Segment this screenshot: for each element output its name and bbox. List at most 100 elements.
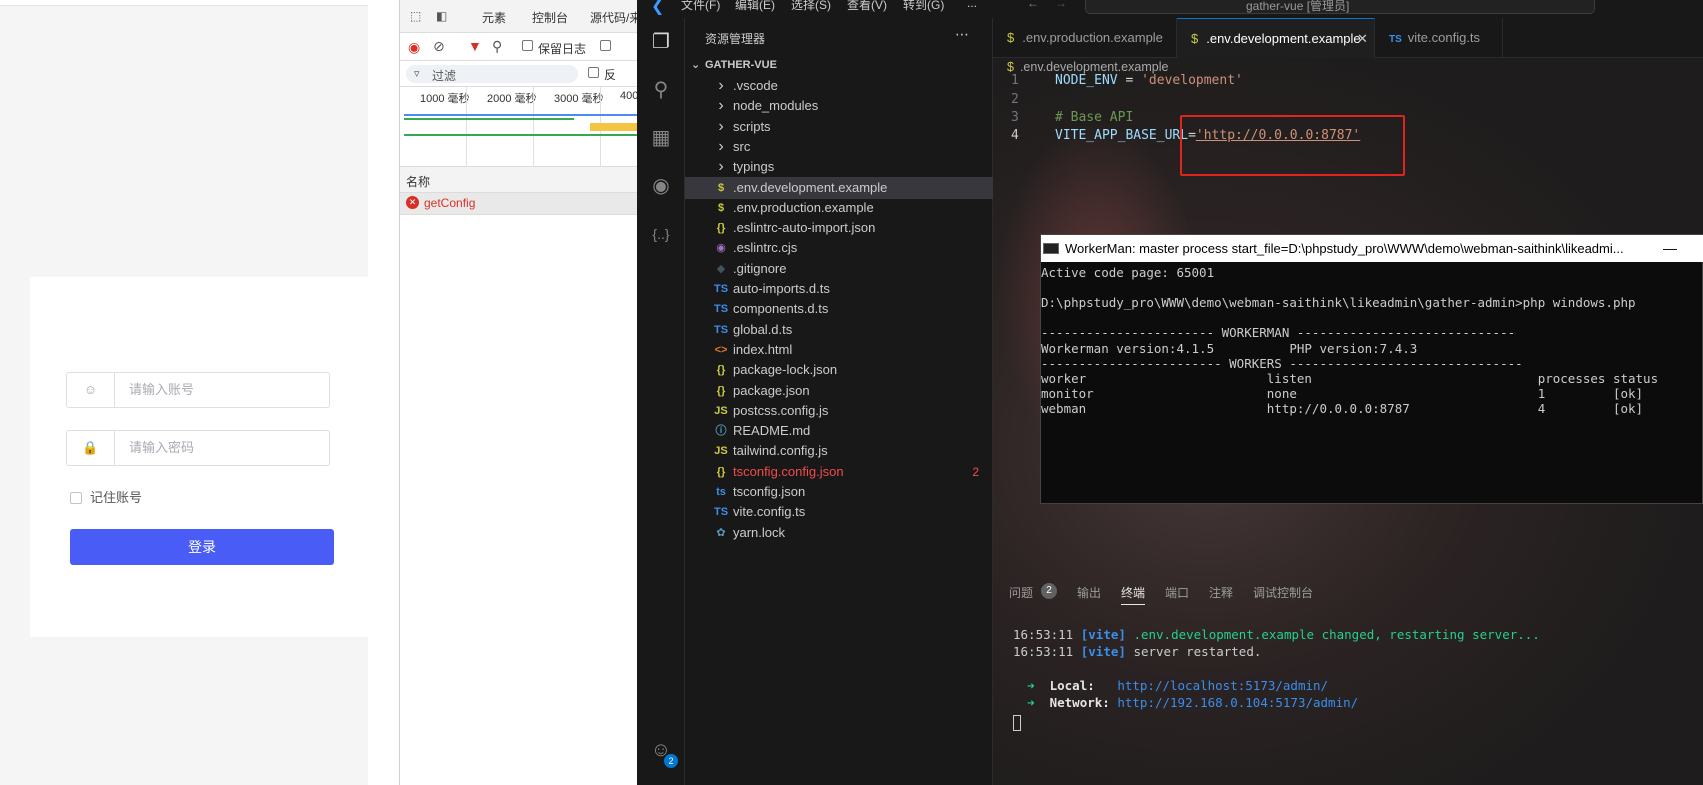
command-center-search[interactable]: gather-vue [管理员] xyxy=(1085,0,1595,14)
more-actions-icon[interactable]: ⋯ xyxy=(955,26,969,43)
name-column-header[interactable]: 名称 xyxy=(406,173,430,190)
tab-elements[interactable]: 元素 xyxy=(482,9,506,26)
tab-vite-config[interactable]: TS vite.config.ts xyxy=(1375,18,1503,58)
tree-folder[interactable]: › src xyxy=(685,136,993,158)
extensions-icon[interactable]: ▦ xyxy=(649,126,673,150)
preserve-log-checkbox[interactable] xyxy=(522,40,533,51)
console-title-bar[interactable]: WorkerMan: master process start_file=D:\… xyxy=(1041,235,1703,262)
search-text: gather-vue [管理员] xyxy=(1246,0,1350,13)
menu-selection[interactable]: 选择(S) xyxy=(791,0,831,13)
tree-file[interactable]: TS vite.config.ts xyxy=(685,501,993,523)
console-line: ----------------------- WORKERMAN ------… xyxy=(1041,325,1516,340)
disable-cache-checkbox[interactable] xyxy=(600,40,611,51)
request-row[interactable]: ✕ getConfig xyxy=(400,193,638,215)
menu-edit[interactable]: 编辑(E) xyxy=(735,0,775,13)
remember-label: 记住账号 xyxy=(90,490,143,505)
gridline xyxy=(533,87,534,167)
tab-ports[interactable]: 端口 xyxy=(1165,584,1189,601)
tree-file[interactable]: JS postcss.config.js xyxy=(685,400,993,422)
search-icon[interactable]: ⚲ xyxy=(492,38,502,55)
title-bar: ❮ 文件(F) 编辑(E) 选择(S) 查看(V) 转到(G) ... ← → … xyxy=(637,0,1703,18)
tree-item-label: .gitignore xyxy=(733,260,787,276)
github-icon[interactable]: ◉ xyxy=(649,174,673,198)
tree-file[interactable]: {} package-lock.json xyxy=(685,359,993,381)
tab-env-production[interactable]: $ .env.production.example xyxy=(993,18,1177,58)
tab-debug-console[interactable]: 调试控制台 xyxy=(1253,584,1313,601)
tree-file[interactable]: <> index.html xyxy=(685,339,993,361)
tab-problems[interactable]: 问题 xyxy=(1009,584,1033,601)
line-number: 2 xyxy=(1011,92,1019,107)
tree-file[interactable]: {} .eslintrc-auto-import.json xyxy=(685,217,993,239)
tree-file[interactable]: TS components.d.ts xyxy=(685,298,993,320)
arrow-right-icon: ➜ xyxy=(1027,695,1035,710)
tree-file[interactable]: ts tsconfig.json xyxy=(685,481,993,503)
tree-file[interactable]: {} tsconfig.config.json 2 xyxy=(685,461,993,483)
network-url[interactable]: http://192.168.0.104:5173/admin/ xyxy=(1117,695,1358,710)
checkbox-box[interactable] xyxy=(70,492,82,504)
tree-item-label: package.json xyxy=(733,382,810,398)
menu-view[interactable]: 查看(V) xyxy=(847,0,887,13)
close-icon[interactable]: ✕ xyxy=(1357,19,1368,59)
tab-env-development[interactable]: $ .env.development.example ✕ xyxy=(1177,18,1375,58)
workerman-console-window[interactable]: WorkerMan: master process start_file=D:\… xyxy=(1040,234,1703,504)
search-icon[interactable]: ⚲ xyxy=(649,78,673,102)
tree-folder[interactable]: › scripts xyxy=(685,116,993,138)
tree-file[interactable]: $ .env.production.example xyxy=(685,197,993,219)
project-header[interactable]: ⌄ GATHER-VUE xyxy=(685,55,993,75)
invert-checkbox[interactable] xyxy=(588,67,599,78)
login-card: ☺ 请输入账号 🔒 请输入密码 xyxy=(30,277,368,637)
forward-arrow-icon[interactable]: → xyxy=(1055,0,1067,10)
tree-file[interactable]: TS auto-imports.d.ts xyxy=(685,278,993,300)
local-url[interactable]: http://localhost:5173/admin/ xyxy=(1117,678,1328,693)
inspect-icon[interactable]: ⬚ xyxy=(410,9,421,23)
login-button[interactable]: 登录 xyxy=(70,529,334,565)
network-overview-timeline[interactable]: 1000 毫秒 2000 毫秒 3000 毫秒 4000 xyxy=(400,87,644,167)
local-label: Local: xyxy=(1049,678,1095,693)
filter-icon[interactable]: ▼ xyxy=(468,38,482,54)
clear-icon[interactable]: ⊘ xyxy=(433,38,445,55)
tree-file[interactable]: JS tailwind.config.js xyxy=(685,440,993,462)
minimize-icon[interactable]: — xyxy=(1663,235,1677,262)
console-line: Active code page: 65001 xyxy=(1041,265,1215,280)
tree-file[interactable]: ◆ .gitignore xyxy=(685,258,993,280)
menu-file[interactable]: 文件(F) xyxy=(681,0,720,13)
json-file-icon: {} xyxy=(716,384,726,397)
tree-folder[interactable]: › node_modules xyxy=(685,95,993,117)
tree-folder[interactable]: › .vscode xyxy=(685,75,993,97)
tree-file[interactable]: TS global.d.ts xyxy=(685,319,993,341)
tree-file[interactable]: ✿ yarn.lock xyxy=(685,522,993,544)
tree-item-label: node_modules xyxy=(733,98,819,114)
console-line: worker listen processes status xyxy=(1041,371,1659,386)
tab-output[interactable]: 输出 xyxy=(1077,584,1101,601)
tree-file[interactable]: {} package.json xyxy=(685,380,993,402)
tree-file[interactable]: ◉ .eslintrc.cjs xyxy=(685,237,993,259)
eslint-file-icon: ◉ xyxy=(716,242,726,255)
password-field[interactable]: 🔒 请输入密码 xyxy=(66,430,330,466)
tab-terminal[interactable]: 终端 xyxy=(1121,584,1146,605)
back-arrow-icon[interactable]: ← xyxy=(1027,0,1039,10)
json-tools-icon[interactable]: {..} xyxy=(649,222,673,246)
console-line: webman http://0.0.0.0:8787 4 [ok] xyxy=(1041,401,1644,416)
device-toggle-icon[interactable]: ◧ xyxy=(436,9,447,23)
menu-go[interactable]: 转到(G) xyxy=(903,0,944,13)
filter-input[interactable]: ▿ 过滤 xyxy=(406,65,578,83)
console-line: ------------------------ WORKERS -------… xyxy=(1041,356,1523,371)
explorer-icon[interactable]: ❐ xyxy=(649,30,673,54)
tree-file[interactable]: ⓘ README.md xyxy=(685,420,993,442)
gridline xyxy=(466,87,467,167)
timeline-tick: 1000 毫秒 xyxy=(420,93,470,105)
record-stop-icon[interactable]: ◉ xyxy=(408,39,420,56)
chevron-right-icon: › xyxy=(718,137,724,155)
tab-comments[interactable]: 注释 xyxy=(1209,584,1233,601)
explorer-sidebar: 资源管理器 ⋯ ⌄ GATHER-VUE › .vscode › node_modul… xyxy=(685,18,993,785)
tree-folder[interactable]: › typings xyxy=(685,156,993,178)
js-file-icon: JS xyxy=(714,445,728,458)
env-operator: = xyxy=(1117,73,1142,88)
tab-console[interactable]: 控制台 xyxy=(532,9,568,26)
md-file-icon: ⓘ xyxy=(715,425,727,438)
tree-file[interactable]: $ .env.development.example xyxy=(685,176,993,199)
menu-more[interactable]: ... xyxy=(967,0,977,10)
tab-sources[interactable]: 源代码/来 xyxy=(590,9,641,26)
account-field[interactable]: ☺ 请输入账号 xyxy=(66,372,330,408)
console-title: WorkerMan: master process start_file=D:\… xyxy=(1065,241,1624,256)
